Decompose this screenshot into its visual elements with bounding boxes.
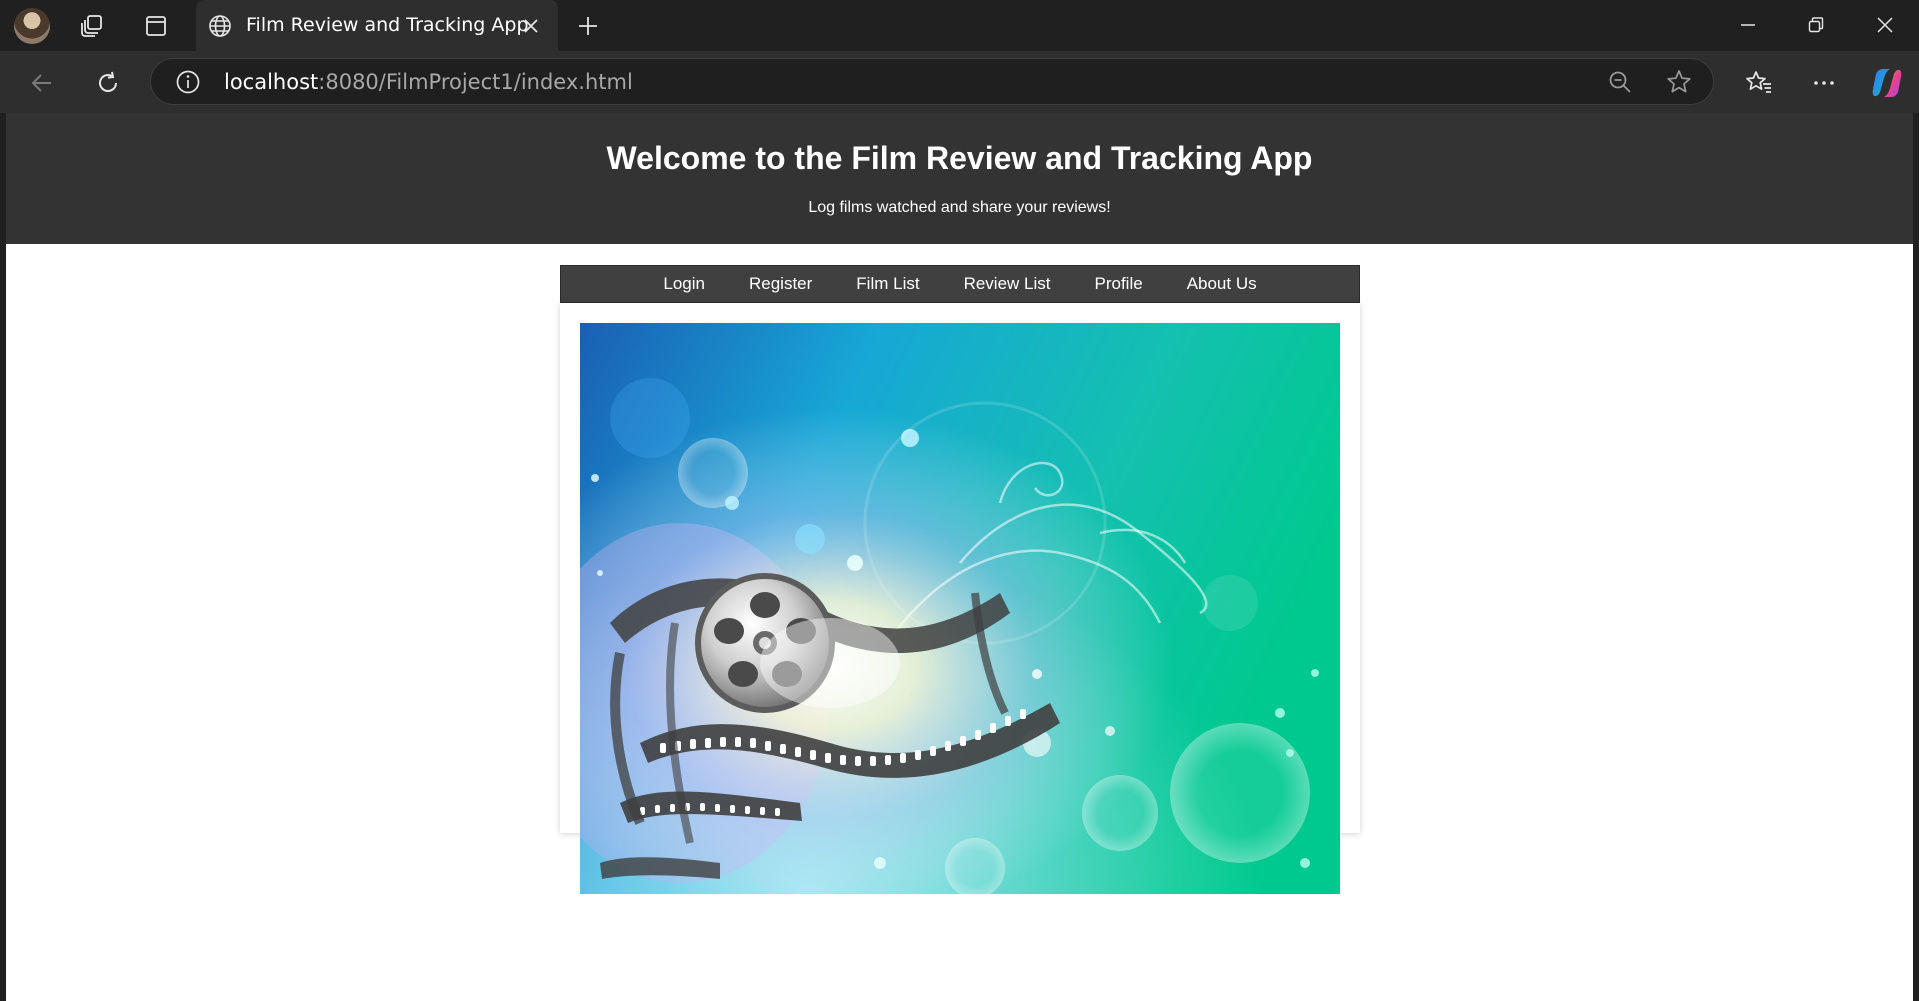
browser-toolbar: localhost:8080/FilmProject1/index.html bbox=[0, 51, 1919, 113]
tab-title: Film Review and Tracking App bbox=[246, 14, 529, 36]
browser-titlebar: Film Review and Tracking App bbox=[0, 0, 1919, 51]
nav-profile[interactable]: Profile bbox=[1073, 274, 1165, 294]
minimize-icon[interactable] bbox=[1725, 8, 1771, 42]
web-page: Welcome to the Film Review and Tracking … bbox=[6, 113, 1913, 1001]
page-title: Welcome to the Film Review and Tracking … bbox=[606, 140, 1313, 176]
info-icon[interactable] bbox=[175, 69, 201, 95]
film-reel-banner bbox=[580, 323, 1340, 894]
star-icon[interactable] bbox=[1664, 67, 1694, 97]
nav-register[interactable]: Register bbox=[727, 274, 834, 294]
favorites-icon[interactable] bbox=[1741, 65, 1777, 101]
nav-review-list[interactable]: Review List bbox=[942, 274, 1073, 294]
content-card bbox=[560, 303, 1360, 894]
profile-avatar[interactable] bbox=[14, 8, 50, 44]
main-nav: Login Register Film List Review List Pro… bbox=[560, 265, 1360, 303]
close-tab-icon[interactable] bbox=[519, 14, 543, 38]
workspaces-icon[interactable] bbox=[77, 11, 107, 41]
zoom-out-icon[interactable] bbox=[1605, 67, 1635, 97]
new-tab-button[interactable] bbox=[572, 11, 604, 41]
globe-icon bbox=[207, 13, 233, 39]
url-path: :8080/FilmProject1/index.html bbox=[318, 70, 633, 94]
close-window-icon[interactable] bbox=[1862, 8, 1908, 42]
restore-icon[interactable] bbox=[1793, 8, 1839, 42]
copilot-icon[interactable] bbox=[1869, 65, 1905, 101]
browser-tab[interactable]: Film Review and Tracking App bbox=[196, 0, 558, 51]
page-header: Welcome to the Film Review and Tracking … bbox=[6, 113, 1913, 244]
address-bar[interactable]: localhost:8080/FilmProject1/index.html bbox=[150, 58, 1714, 105]
page-subtitle: Log films watched and share your reviews… bbox=[808, 199, 1111, 216]
nav-login[interactable]: Login bbox=[641, 274, 727, 294]
more-icon[interactable] bbox=[1806, 65, 1842, 101]
nav-film-list[interactable]: Film List bbox=[834, 274, 941, 294]
url-host: localhost bbox=[224, 70, 319, 94]
back-arrow-icon[interactable] bbox=[24, 65, 60, 101]
refresh-icon[interactable] bbox=[90, 65, 126, 101]
url-text[interactable]: localhost:8080/FilmProject1/index.html bbox=[224, 70, 633, 94]
tab-actions-icon[interactable] bbox=[141, 11, 171, 41]
nav-about-us[interactable]: About Us bbox=[1165, 274, 1279, 294]
